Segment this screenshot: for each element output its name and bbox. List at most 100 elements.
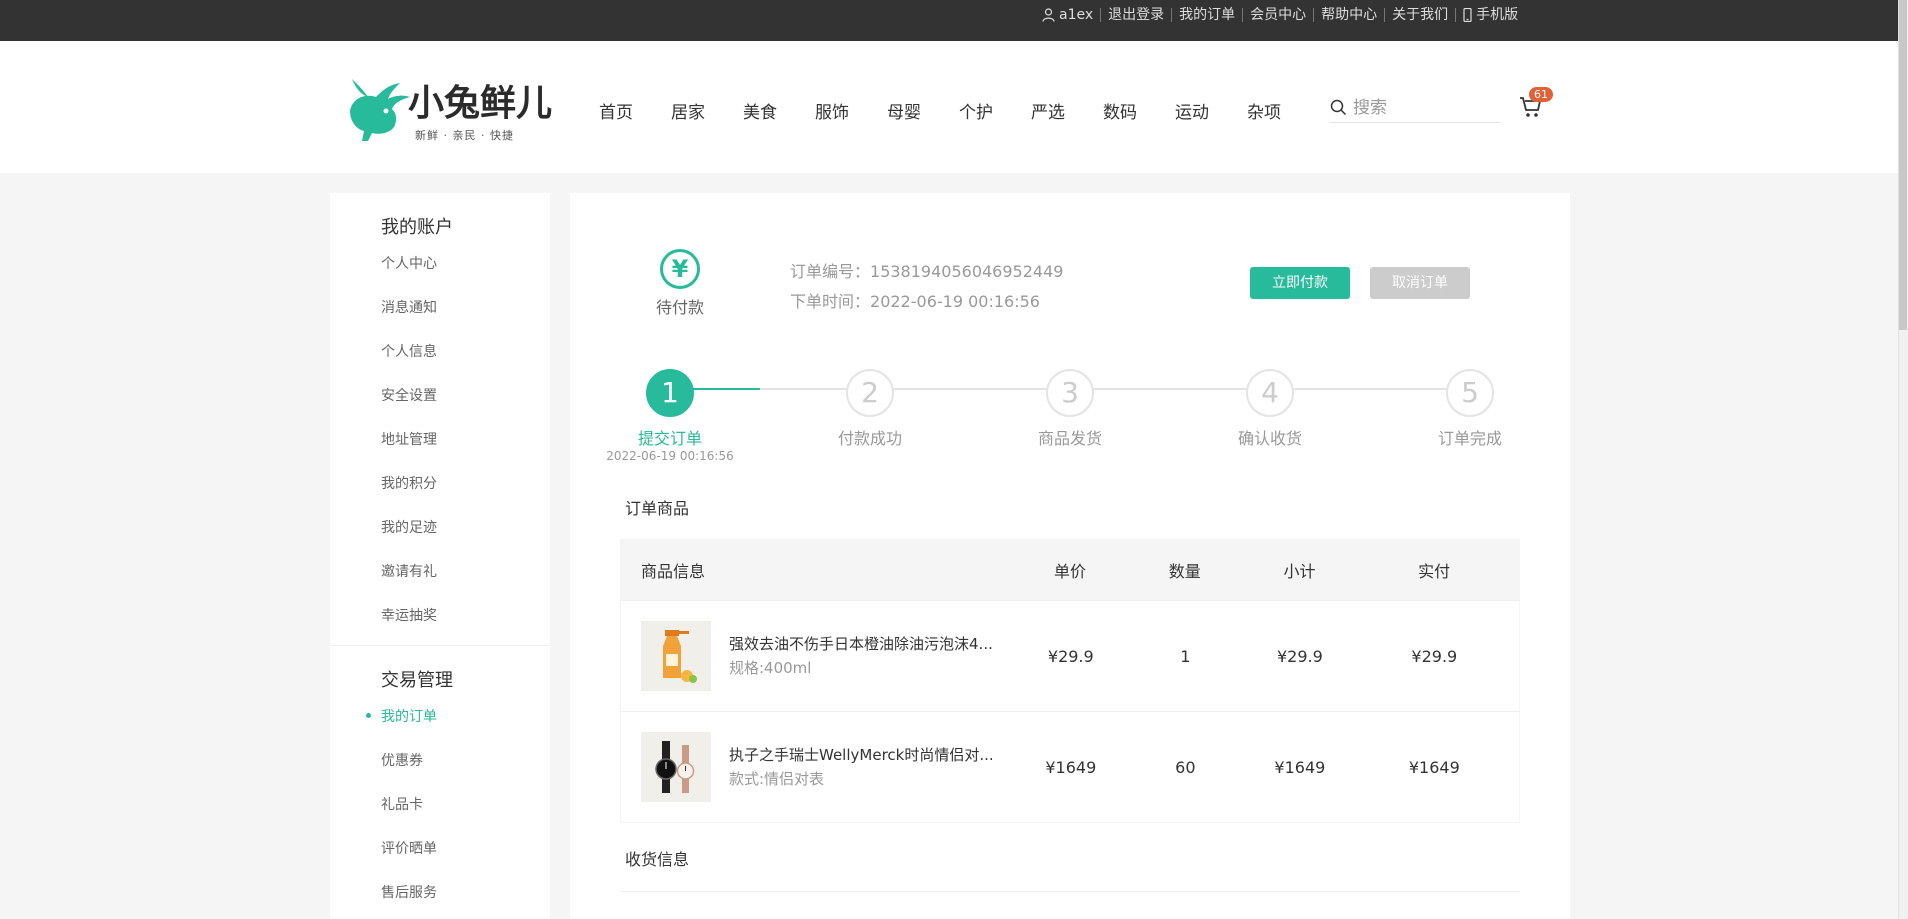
header-paid: 实付	[1418, 562, 1451, 581]
nav-item-home-living[interactable]: 居家	[671, 98, 743, 123]
goods-quantity: 1	[1180, 646, 1191, 666]
goods-info-cell: 强效去油不伤手日本橙油除油污泡沫4... 规格:400ml	[621, 621, 1021, 691]
step-1-label: 提交订单	[637, 429, 702, 448]
header-quantity: 数量	[1168, 562, 1201, 581]
goods-paid: ¥1649	[1408, 757, 1460, 777]
logo-slogan: 新鲜 · 亲民 · 快捷	[415, 129, 514, 142]
sidebar-item-invite[interactable]: 邀请有礼	[381, 561, 437, 581]
sidebar-item-label: 我的订单	[381, 709, 437, 725]
step-2-circle: 2	[846, 369, 894, 417]
goods-image[interactable]	[641, 621, 711, 691]
order-detail-panel: ¥ 待付款 订单编号：1538194056046952449 下单时间：2022…	[570, 193, 1570, 919]
order-time-label: 下单时间：	[790, 292, 871, 311]
topbar-mobile-label: 手机版	[1476, 7, 1519, 23]
sidebar-item-footprints[interactable]: 我的足迹	[381, 517, 437, 537]
cart-button[interactable]: 61	[1519, 87, 1553, 125]
nav-item-food[interactable]: 美食	[743, 98, 815, 123]
order-number-label: 订单编号：	[790, 262, 871, 281]
phone-icon	[1463, 8, 1472, 22]
nav-item-selected[interactable]: 严选	[1031, 98, 1103, 123]
sidebar-item-address[interactable]: 地址管理	[381, 429, 437, 449]
goods-name[interactable]: 执子之手瑞士WellyMerck时尚情侣对...	[729, 743, 1029, 767]
search-icon[interactable]	[1330, 99, 1347, 116]
step-1-circle: 1	[646, 369, 694, 417]
nav-item-personal-care[interactable]: 个护	[959, 98, 1031, 123]
step-3-circle: 3	[1046, 369, 1094, 417]
goods-image[interactable]	[641, 732, 711, 802]
sidebar-title-trade: 交易管理	[381, 670, 453, 691]
step-5-label: 订单完成	[1437, 429, 1502, 448]
sidebar-title-account: 我的账户	[381, 217, 453, 238]
search-box	[1330, 93, 1500, 123]
topbar-my-orders-link[interactable]: 我的订单	[1171, 8, 1242, 22]
member-sidebar: 我的账户 个人中心 消息通知 个人信息 安全设置 地址管理 我的积分 我的足迹 …	[330, 193, 550, 919]
goods-text: 强效去油不伤手日本橙油除油污泡沫4... 规格:400ml	[729, 632, 1029, 680]
cart-count-badge: 61	[1529, 87, 1553, 102]
sidebar-item-coupons[interactable]: 优惠券	[381, 750, 423, 770]
site-logo[interactable]: 小兔鲜儿 新鲜 · 亲民 · 快捷	[342, 71, 552, 146]
nav-item-baby[interactable]: 母婴	[887, 98, 959, 123]
site-header: 小兔鲜儿 新鲜 · 亲民 · 快捷 首页 居家 美食 服饰 母婴 个护 严选 数…	[0, 41, 1898, 173]
rabbit-logo-icon	[350, 79, 410, 141]
goods-info-cell: 执子之手瑞士WellyMerck时尚情侣对... 款式:情侣对表	[621, 732, 1021, 802]
order-time-value: 2022-06-19 00:16:56	[870, 292, 1040, 311]
goods-price: ¥1649	[1045, 757, 1097, 777]
goods-paid: ¥29.9	[1411, 646, 1458, 666]
step-1-time: 2022-06-19 00:16:56	[606, 449, 734, 463]
order-info: 订单编号：1538194056046952449 下单时间：2022-06-19…	[790, 257, 1063, 317]
cancel-order-button[interactable]: 取消订单	[1370, 267, 1470, 299]
watch-pair-icon	[655, 741, 695, 793]
sidebar-item-points[interactable]: 我的积分	[381, 473, 437, 493]
step-2-label: 付款成功	[837, 429, 902, 448]
step-3-label: 商品发货	[1037, 429, 1102, 448]
goods-attr: 规格:400ml	[729, 659, 812, 677]
topbar-about-link[interactable]: 关于我们	[1384, 8, 1455, 22]
topbar-mobile-link[interactable]: 手机版	[1455, 8, 1525, 22]
page-scrollbar[interactable]	[1898, 0, 1908, 919]
shipping-section-title: 收货信息	[625, 850, 690, 869]
sidebar-item-notifications[interactable]: 消息通知	[381, 297, 437, 317]
pay-now-button[interactable]: 立即付款	[1250, 267, 1350, 299]
goods-subtotal: ¥29.9	[1276, 646, 1323, 666]
topbar-member-center-link[interactable]: 会员中心	[1242, 8, 1313, 22]
nav-item-misc[interactable]: 杂项	[1247, 98, 1319, 123]
header-subtotal: 小计	[1283, 562, 1316, 581]
sidebar-item-security[interactable]: 安全设置	[381, 385, 437, 405]
nav-item-digital[interactable]: 数码	[1103, 98, 1175, 123]
order-number-value: 1538194056046952449	[870, 262, 1064, 281]
nav-item-sports[interactable]: 运动	[1175, 98, 1247, 123]
goods-section-title: 订单商品	[625, 499, 690, 518]
cleaner-bottle-icon	[663, 630, 697, 683]
step-4-circle: 4	[1246, 369, 1294, 417]
sidebar-item-lottery[interactable]: 幸运抽奖	[381, 605, 437, 625]
sidebar-item-profile[interactable]: 个人信息	[381, 341, 437, 361]
goods-subtotal: ¥1649	[1274, 757, 1326, 777]
order-status: ¥ 待付款	[650, 249, 710, 318]
logo-text: 小兔鲜儿	[408, 82, 553, 124]
goods-quantity: 60	[1175, 757, 1196, 777]
topbar-user-link[interactable]: a1ex	[1035, 8, 1100, 22]
sidebar-item-reviews[interactable]: 评价晒单	[381, 838, 437, 858]
order-time-row: 下单时间：2022-06-19 00:16:56	[790, 287, 1063, 317]
topbar-help-center-link[interactable]: 帮助中心	[1313, 8, 1384, 22]
goods-name[interactable]: 强效去油不伤手日本橙油除油污泡沫4...	[729, 632, 1029, 656]
topbar-logout-link[interactable]: 退出登录	[1100, 8, 1171, 22]
topbar-username: a1ex	[1059, 7, 1094, 23]
nav-item-apparel[interactable]: 服饰	[815, 98, 887, 123]
topbar-links: a1ex 退出登录 我的订单 会员中心 帮助中心 关于我们 手机版	[1035, 0, 1525, 30]
table-row: 强效去油不伤手日本橙油除油污泡沫4... 规格:400ml ¥29.9 1 ¥2…	[621, 600, 1519, 711]
main-nav: 首页 居家 美食 服饰 母婴 个护 严选 数码 运动 杂项	[599, 95, 1319, 125]
nav-item-home[interactable]: 首页	[599, 98, 671, 123]
table-row: 执子之手瑞士WellyMerck时尚情侣对... 款式:情侣对表 ¥1649 6…	[621, 711, 1519, 822]
scrollbar-thumb[interactable]	[1899, 0, 1907, 330]
table-header: 商品信息 单价 数量 小计 实付	[621, 540, 1519, 600]
search-input[interactable]	[1353, 97, 1493, 118]
sidebar-item-after-sales[interactable]: 售后服务	[381, 882, 437, 902]
goods-text: 执子之手瑞士WellyMerck时尚情侣对... 款式:情侣对表	[729, 743, 1029, 791]
sidebar-item-my-orders[interactable]: 我的订单	[366, 706, 437, 726]
top-bar: a1ex 退出登录 我的订单 会员中心 帮助中心 关于我们 手机版	[0, 0, 1908, 41]
order-status-label: 待付款	[655, 298, 704, 317]
header-price: 单价	[1054, 562, 1087, 581]
sidebar-item-gift-cards[interactable]: 礼品卡	[381, 794, 423, 814]
sidebar-item-personal-center[interactable]: 个人中心	[381, 253, 437, 273]
